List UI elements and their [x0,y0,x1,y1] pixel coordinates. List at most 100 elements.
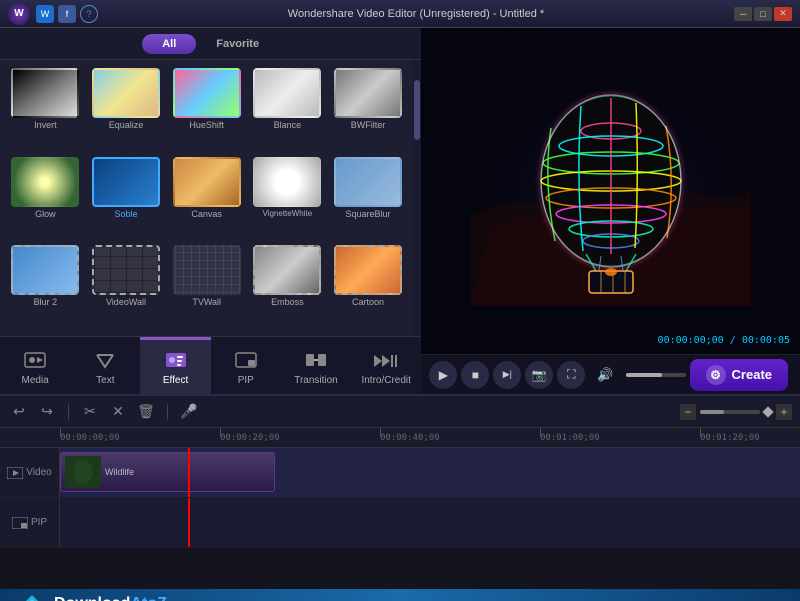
audio-button[interactable]: 🎤 [178,401,200,423]
effect-equalize[interactable]: Equalize [89,68,164,151]
app-icon-main[interactable]: W [36,5,54,23]
effect-blur2[interactable]: Blur 2 [8,245,83,328]
cut-button[interactable]: ✂ [79,401,101,423]
video-track-label: Video [0,448,60,497]
tab-effect[interactable]: Effect [140,337,210,394]
effect-videowall-label: VideoWall [106,297,146,307]
effect-emboss[interactable]: Emboss [250,245,325,328]
help-icon[interactable]: ? [80,5,98,23]
delete-button[interactable]: 🗑 [135,401,157,423]
toolbar-separator-1 [68,404,69,420]
volume-slider[interactable] [626,373,686,377]
tab-text-label: Text [96,375,114,386]
ruler-mark-1: 00:00:20;00 [220,428,280,447]
scroll-thumb[interactable] [414,80,420,140]
tab-text[interactable]: Text [70,337,140,394]
top-section: All Favorite Invert Equalize [0,28,800,394]
effect-tvwall[interactable]: TVWall [169,245,244,328]
effect-canvas[interactable]: Canvas [169,157,244,240]
effect-glow[interactable]: Glow [8,157,83,240]
watermark-main-text: DownloadAtoZ [54,595,236,601]
tab-effect-label: Effect [163,375,188,386]
filter-all-button[interactable]: All [142,34,196,54]
preview-area: 00:00:00;00 / 00:00:05 [421,28,800,354]
time-display: 00:00:00;00 / 00:00:05 [658,335,790,346]
fullscreen-button[interactable]: ⛶ [557,361,585,389]
video-label: Video [26,467,51,478]
effect-canvas-label: Canvas [191,209,222,219]
ruler-mark-4: 00:01:20;00 [700,428,760,447]
effect-invert-label: Invert [34,120,57,130]
tab-transition-label: Transition [294,375,338,386]
timeline-tracks: Video Wildlife [0,448,800,589]
transition-icon [302,349,330,373]
screenshot-button[interactable]: 📷 [525,361,553,389]
intro-icon [372,349,400,373]
effect-bwfilter[interactable]: BWFilter [331,68,406,151]
zoom-out-button[interactable]: − [680,404,696,420]
undo-button[interactable]: ↩ [8,401,30,423]
tab-transition[interactable]: Transition [281,337,351,394]
media-icon [21,349,49,373]
effects-grid: Invert Equalize HueShift Blance [0,60,413,336]
filter-favorite-button[interactable]: Favorite [196,34,279,54]
watermark-logo: DownloadAtoZ FREESOFTWARE.SAFE.DOWNLOAD [16,593,236,601]
effect-cartoon-label: Cartoon [352,297,384,307]
step-forward-button[interactable]: ▶| [493,361,521,389]
facebook-icon[interactable]: f [58,5,76,23]
play-button[interactable]: ▶ [429,361,457,389]
effect-cartoon[interactable]: Cartoon [331,245,406,328]
tab-intro[interactable]: Intro/Credit [351,337,421,394]
effect-invert[interactable]: Invert [8,68,83,151]
effect-vignettewhite-label: VignetteWhite [263,209,313,218]
titlebar: W W f ? Wondershare Video Editor (Unregi… [0,0,800,28]
pip-track-label: PIP [0,498,60,547]
effect-videowall[interactable]: VideoWall [89,245,164,328]
effects-scrollbar[interactable] [413,60,421,336]
playhead[interactable] [188,448,190,497]
effect-squareblur-label: SquareBlur [345,209,390,219]
right-panel: 00:00:00;00 / 00:00:05 ▶ ■ ▶| 📷 ⛶ 🔊 ⚙ Cr… [421,28,800,394]
effect-squareblur[interactable]: SquareBlur [331,157,406,240]
pip-label: PIP [31,517,47,528]
clip-label: Wildlife [105,467,134,477]
effect-vignettewhite[interactable]: VignetteWhite [250,157,325,240]
pip-track-content[interactable] [60,498,800,547]
window-controls: ─ □ ✕ [734,7,792,21]
filter-tabs: All Favorite [0,28,421,60]
player-controls: ▶ ■ ▶| 📷 ⛶ 🔊 ⚙ Create [421,354,800,394]
timeline-ruler: 00:00:00;00 00:00:20;00 00:00:40;00 00:0… [0,428,800,448]
tab-pip[interactable]: PIP [211,337,281,394]
effect-bwfilter-label: BWFilter [351,120,386,130]
delete-clip-button[interactable]: ✕ [107,401,129,423]
ruler-mark-2: 00:00:40;00 [380,428,440,447]
video-track-content[interactable]: Wildlife [60,448,800,497]
stop-button[interactable]: ■ [461,361,489,389]
effect-soble[interactable]: Soble [89,157,164,240]
window-title: Wondershare Video Editor (Unregistered) … [98,8,734,20]
redo-button[interactable]: ↪ [36,401,58,423]
effect-equalize-label: Equalize [109,120,144,130]
zoom-slider[interactable] [700,410,760,414]
tab-media[interactable]: Media [0,337,70,394]
video-track: Video Wildlife [0,448,800,498]
zoom-in-button[interactable]: + [776,404,792,420]
effect-blur2-label: Blur 2 [34,297,58,307]
watermark-bar: DownloadAtoZ FREESOFTWARE.SAFE.DOWNLOAD [0,589,800,601]
effect-blance[interactable]: Blance [250,68,325,151]
effect-hueshift[interactable]: HueShift [169,68,244,151]
effect-soble-label: Soble [114,209,137,219]
tab-intro-label: Intro/Credit [361,375,410,386]
video-clip[interactable]: Wildlife [60,452,275,492]
left-panel: All Favorite Invert Equalize [0,28,421,394]
media-tabs: Media Text Effect [0,336,421,394]
maximize-button[interactable]: □ [754,7,772,21]
volume-fill [626,373,662,377]
effect-tvwall-label: TVWall [192,297,221,307]
close-button[interactable]: ✕ [774,7,792,21]
preview-video [446,71,776,311]
ruler-mark-0: 00:00:00;00 [60,428,120,447]
create-button[interactable]: ⚙ Create [690,359,788,391]
zoom-fill [700,410,724,414]
minimize-button[interactable]: ─ [734,7,752,21]
